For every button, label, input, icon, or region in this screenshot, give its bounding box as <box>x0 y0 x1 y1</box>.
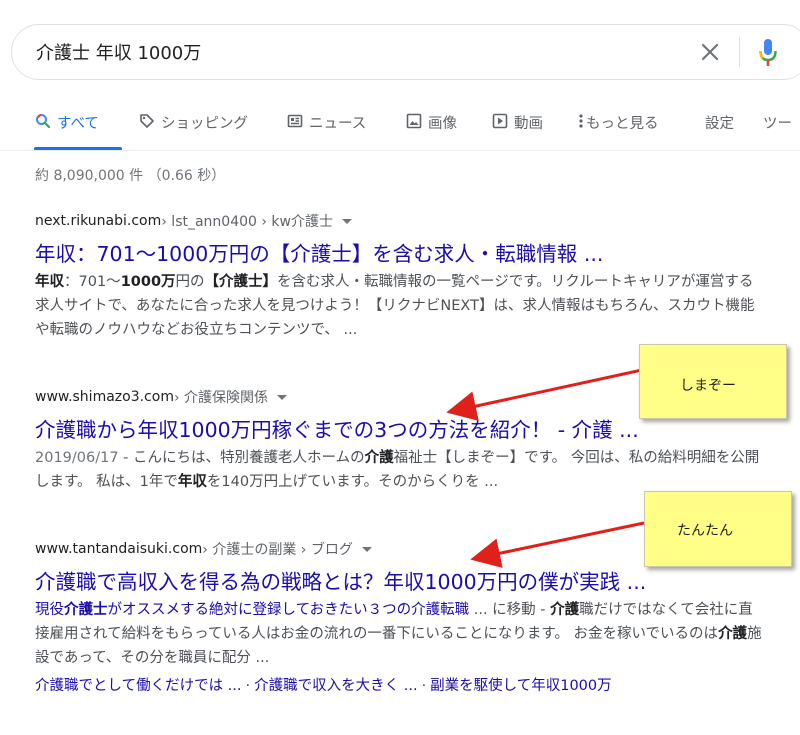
tab-label: 設定 <box>705 116 734 132</box>
tag-icon <box>139 113 155 133</box>
tab-label: ツー <box>763 116 792 132</box>
result-site: www.shimazo3.com <box>35 389 174 405</box>
snippet-link[interactable]: 現役介護士がオススメする絶対に登録しておきたい３つの介護転職 <box>35 602 469 618</box>
search-bar[interactable]: 介護士 年収 1000万 <box>11 24 800 80</box>
tab-label: ニュース <box>309 116 367 132</box>
snippet-text: ... に移動 - <box>469 602 551 618</box>
sitelinks: 介護職でとして働くだけでは ... · 介護職で収入を大きく ... · 副業を駆使して… <box>35 674 775 695</box>
snippet-bold: 介護 <box>550 602 580 618</box>
result-path: › 介護士の副業 › ブログ <box>202 542 353 558</box>
snippet-bold: 年収 <box>35 274 64 290</box>
image-icon <box>406 113 422 133</box>
video-icon <box>492 113 508 133</box>
snippet-bold: 介護 <box>718 626 748 642</box>
snippet-text: ：701～ <box>64 274 121 290</box>
caret-down-icon[interactable] <box>361 546 372 552</box>
sitelink[interactable]: 副業を駆使して年収1000万 <box>430 678 611 694</box>
sitelink[interactable]: 介護職で収入を大きく ... <box>254 678 417 694</box>
tab-all[interactable]: すべて <box>35 112 99 148</box>
snippet-link-text: 現役 <box>35 602 64 618</box>
result-snippet: 年収：701～1000万円の【介護士】を含む求人・転職情報の一覧ページです。リク… <box>35 270 765 342</box>
tab-shopping[interactable]: ショッピング <box>139 112 248 148</box>
caret-down-icon[interactable] <box>341 218 352 224</box>
result-site: www.tantandaisuki.com <box>35 541 203 557</box>
tab-tools[interactable]: ツー <box>763 112 792 148</box>
caret-down-icon[interactable] <box>277 394 288 400</box>
search-icon <box>35 113 51 133</box>
tab-videos[interactable]: 動画 <box>492 112 543 148</box>
tab-label: ショッピング <box>161 116 248 132</box>
sticky-note-text: しまぞー <box>680 378 736 394</box>
snippet-bold: 1000万 <box>120 274 176 290</box>
sitelink-separator: · <box>245 678 251 694</box>
snippet-text: を140万円上げています。そのからくりを ... <box>206 474 499 490</box>
sticky-note-text: たんたん <box>677 523 733 539</box>
tab-images[interactable]: 画像 <box>406 112 457 148</box>
sticky-note: たんたん <box>644 491 792 567</box>
tab-label: 画像 <box>428 116 457 132</box>
tab-label: すべて <box>57 116 99 132</box>
result-url[interactable]: next.rikunabi.com › lst_ann0400 › kw介護士 <box>35 210 775 232</box>
result-title[interactable]: 年収：701～1000万円の【介護士】を含む求人・転職情報 ... <box>35 240 775 268</box>
search-tabs: すべて ショッピング ニュース 画像 動画 もっと見る 設定 ツー <box>0 104 800 150</box>
result-stats: 約 8,090,000 件 （0.66 秒） <box>35 168 226 184</box>
snippet-text: 円の <box>175 274 205 290</box>
sitelink-separator: · <box>421 678 427 694</box>
result-snippet: 2019/06/17 - こんにちは、特別養護老人ホームの介護福祉士【しまぞー】… <box>35 446 765 494</box>
sitelink[interactable]: 介護職でとして働くだけでは ... <box>35 678 242 694</box>
result-title[interactable]: 介護職から年収1000万円稼ぐまでの3つの方法を紹介！ - 介護 ... <box>35 416 775 444</box>
search-divider <box>739 37 740 67</box>
snippet-link-text: がオススメする絶対に登録しておきたい３つの介護転職 <box>107 602 470 618</box>
snippet-bold: 介護士 <box>64 602 108 618</box>
snippet-text: - こんにちは、特別養護老人ホームの <box>118 450 365 466</box>
tab-label: もっと見る <box>586 116 659 132</box>
result-site: next.rikunabi.com <box>35 213 162 229</box>
result-path: › lst_ann0400 › kw介護士 <box>161 214 333 230</box>
result-date: 2019/06/17 <box>35 450 119 466</box>
result-title[interactable]: 介護職で高収入を得る為の戦略とは？年収1000万円の僕が実践 ... <box>35 568 775 596</box>
search-input[interactable]: 介護士 年収 1000万 <box>36 39 201 65</box>
snippet-bold: 介護 <box>364 450 394 466</box>
news-icon <box>287 113 303 133</box>
sticky-note: しまぞー <box>639 344 787 419</box>
tab-label: 動画 <box>514 116 543 132</box>
snippet-bold: 【介護士】 <box>204 274 278 290</box>
microphone-icon[interactable] <box>758 37 778 69</box>
tab-settings[interactable]: 設定 <box>705 112 734 148</box>
result-snippet: 現役介護士がオススメする絶対に登録しておきたい３つの介護転職 ... に移動 -… <box>35 598 765 670</box>
tabs-divider <box>0 150 800 151</box>
more-vert-icon <box>578 113 584 133</box>
result-path: › 介護保険関係 <box>173 390 269 406</box>
snippet-bold: 年収 <box>177 474 207 490</box>
clear-icon[interactable] <box>698 40 722 64</box>
search-result: next.rikunabi.com › lst_ann0400 › kw介護士 … <box>35 210 775 342</box>
tab-news[interactable]: ニュース <box>287 112 366 148</box>
tab-more[interactable]: もっと見る <box>578 112 659 148</box>
